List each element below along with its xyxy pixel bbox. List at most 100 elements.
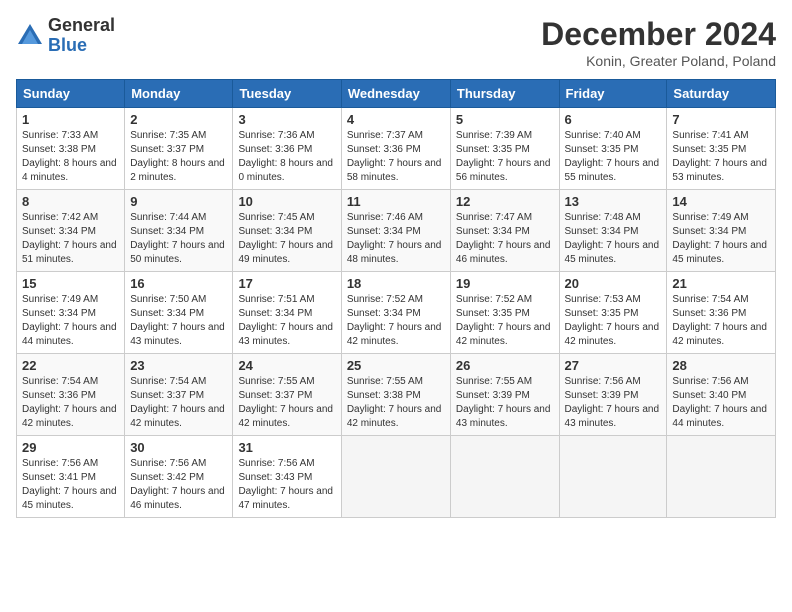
week-row-1: 1 Sunrise: 7:33 AM Sunset: 3:38 PM Dayli… — [17, 108, 776, 190]
day-cell: 29 Sunrise: 7:56 AM Sunset: 3:41 PM Dayl… — [17, 436, 125, 518]
day-info: Sunrise: 7:52 AM Sunset: 3:34 PM Dayligh… — [347, 293, 445, 349]
day-cell: 10 Sunrise: 7:45 AM Sunset: 3:34 PM Dayl… — [233, 190, 341, 272]
col-header-tuesday: Tuesday — [233, 80, 341, 108]
day-number: 13 — [565, 194, 662, 209]
day-cell: 31 Sunrise: 7:56 AM Sunset: 3:43 PM Dayl… — [233, 436, 341, 518]
day-info: Sunrise: 7:42 AM Sunset: 3:34 PM Dayligh… — [22, 211, 119, 267]
day-info: Sunrise: 7:54 AM Sunset: 3:37 PM Dayligh… — [130, 375, 227, 431]
col-header-monday: Monday — [125, 80, 233, 108]
day-cell: 28 Sunrise: 7:56 AM Sunset: 3:40 PM Dayl… — [667, 354, 776, 436]
day-number: 28 — [672, 358, 770, 373]
day-info: Sunrise: 7:50 AM Sunset: 3:34 PM Dayligh… — [130, 293, 227, 349]
day-info: Sunrise: 7:55 AM Sunset: 3:38 PM Dayligh… — [347, 375, 445, 431]
day-cell: 15 Sunrise: 7:49 AM Sunset: 3:34 PM Dayl… — [17, 272, 125, 354]
day-info: Sunrise: 7:46 AM Sunset: 3:34 PM Dayligh… — [347, 211, 445, 267]
day-number: 29 — [22, 440, 119, 455]
day-info: Sunrise: 7:45 AM Sunset: 3:34 PM Dayligh… — [238, 211, 335, 267]
day-info: Sunrise: 7:56 AM Sunset: 3:39 PM Dayligh… — [565, 375, 662, 431]
day-number: 17 — [238, 276, 335, 291]
day-cell: 8 Sunrise: 7:42 AM Sunset: 3:34 PM Dayli… — [17, 190, 125, 272]
day-cell: 7 Sunrise: 7:41 AM Sunset: 3:35 PM Dayli… — [667, 108, 776, 190]
week-row-3: 15 Sunrise: 7:49 AM Sunset: 3:34 PM Dayl… — [17, 272, 776, 354]
col-header-thursday: Thursday — [450, 80, 559, 108]
location: Konin, Greater Poland, Poland — [541, 53, 776, 69]
col-header-friday: Friday — [559, 80, 667, 108]
day-info: Sunrise: 7:55 AM Sunset: 3:39 PM Dayligh… — [456, 375, 554, 431]
day-number: 6 — [565, 112, 662, 127]
calendar-header-row: SundayMondayTuesdayWednesdayThursdayFrid… — [17, 80, 776, 108]
day-number: 11 — [347, 194, 445, 209]
day-cell: 11 Sunrise: 7:46 AM Sunset: 3:34 PM Dayl… — [341, 190, 450, 272]
day-info: Sunrise: 7:49 AM Sunset: 3:34 PM Dayligh… — [22, 293, 119, 349]
day-number: 8 — [22, 194, 119, 209]
day-number: 9 — [130, 194, 227, 209]
day-info: Sunrise: 7:54 AM Sunset: 3:36 PM Dayligh… — [672, 293, 770, 349]
calendar: SundayMondayTuesdayWednesdayThursdayFrid… — [16, 79, 776, 518]
day-info: Sunrise: 7:56 AM Sunset: 3:42 PM Dayligh… — [130, 457, 227, 513]
day-number: 19 — [456, 276, 554, 291]
day-cell — [450, 436, 559, 518]
day-info: Sunrise: 7:56 AM Sunset: 3:40 PM Dayligh… — [672, 375, 770, 431]
day-cell: 14 Sunrise: 7:49 AM Sunset: 3:34 PM Dayl… — [667, 190, 776, 272]
logo-blue: Blue — [48, 36, 115, 56]
month-title: December 2024 — [541, 16, 776, 53]
day-info: Sunrise: 7:49 AM Sunset: 3:34 PM Dayligh… — [672, 211, 770, 267]
day-cell: 13 Sunrise: 7:48 AM Sunset: 3:34 PM Dayl… — [559, 190, 667, 272]
day-info: Sunrise: 7:53 AM Sunset: 3:35 PM Dayligh… — [565, 293, 662, 349]
day-cell: 20 Sunrise: 7:53 AM Sunset: 3:35 PM Dayl… — [559, 272, 667, 354]
day-cell — [667, 436, 776, 518]
week-row-4: 22 Sunrise: 7:54 AM Sunset: 3:36 PM Dayl… — [17, 354, 776, 436]
day-number: 25 — [347, 358, 445, 373]
day-number: 21 — [672, 276, 770, 291]
day-number: 4 — [347, 112, 445, 127]
day-info: Sunrise: 7:36 AM Sunset: 3:36 PM Dayligh… — [238, 129, 335, 185]
day-cell — [341, 436, 450, 518]
day-cell: 21 Sunrise: 7:54 AM Sunset: 3:36 PM Dayl… — [667, 272, 776, 354]
day-number: 30 — [130, 440, 227, 455]
day-info: Sunrise: 7:39 AM Sunset: 3:35 PM Dayligh… — [456, 129, 554, 185]
day-number: 7 — [672, 112, 770, 127]
day-info: Sunrise: 7:55 AM Sunset: 3:37 PM Dayligh… — [238, 375, 335, 431]
day-cell: 17 Sunrise: 7:51 AM Sunset: 3:34 PM Dayl… — [233, 272, 341, 354]
day-cell: 5 Sunrise: 7:39 AM Sunset: 3:35 PM Dayli… — [450, 108, 559, 190]
day-number: 5 — [456, 112, 554, 127]
day-cell: 30 Sunrise: 7:56 AM Sunset: 3:42 PM Dayl… — [125, 436, 233, 518]
day-cell: 9 Sunrise: 7:44 AM Sunset: 3:34 PM Dayli… — [125, 190, 233, 272]
page-header: General Blue December 2024 Konin, Greate… — [16, 16, 776, 69]
day-cell: 26 Sunrise: 7:55 AM Sunset: 3:39 PM Dayl… — [450, 354, 559, 436]
day-info: Sunrise: 7:47 AM Sunset: 3:34 PM Dayligh… — [456, 211, 554, 267]
day-number: 18 — [347, 276, 445, 291]
day-info: Sunrise: 7:40 AM Sunset: 3:35 PM Dayligh… — [565, 129, 662, 185]
day-info: Sunrise: 7:56 AM Sunset: 3:43 PM Dayligh… — [238, 457, 335, 513]
day-number: 23 — [130, 358, 227, 373]
week-row-2: 8 Sunrise: 7:42 AM Sunset: 3:34 PM Dayli… — [17, 190, 776, 272]
day-number: 10 — [238, 194, 335, 209]
day-cell: 2 Sunrise: 7:35 AM Sunset: 3:37 PM Dayli… — [125, 108, 233, 190]
logo-icon — [16, 22, 44, 50]
day-number: 2 — [130, 112, 227, 127]
day-info: Sunrise: 7:52 AM Sunset: 3:35 PM Dayligh… — [456, 293, 554, 349]
day-info: Sunrise: 7:54 AM Sunset: 3:36 PM Dayligh… — [22, 375, 119, 431]
title-block: December 2024 Konin, Greater Poland, Pol… — [541, 16, 776, 69]
day-cell: 27 Sunrise: 7:56 AM Sunset: 3:39 PM Dayl… — [559, 354, 667, 436]
day-cell: 12 Sunrise: 7:47 AM Sunset: 3:34 PM Dayl… — [450, 190, 559, 272]
day-number: 27 — [565, 358, 662, 373]
day-cell — [559, 436, 667, 518]
day-cell: 3 Sunrise: 7:36 AM Sunset: 3:36 PM Dayli… — [233, 108, 341, 190]
day-cell: 16 Sunrise: 7:50 AM Sunset: 3:34 PM Dayl… — [125, 272, 233, 354]
day-number: 26 — [456, 358, 554, 373]
logo-general: General — [48, 16, 115, 36]
day-cell: 6 Sunrise: 7:40 AM Sunset: 3:35 PM Dayli… — [559, 108, 667, 190]
day-info: Sunrise: 7:33 AM Sunset: 3:38 PM Dayligh… — [22, 129, 119, 185]
day-info: Sunrise: 7:51 AM Sunset: 3:34 PM Dayligh… — [238, 293, 335, 349]
logo-text: General Blue — [48, 16, 115, 56]
week-row-5: 29 Sunrise: 7:56 AM Sunset: 3:41 PM Dayl… — [17, 436, 776, 518]
day-number: 12 — [456, 194, 554, 209]
day-cell: 1 Sunrise: 7:33 AM Sunset: 3:38 PM Dayli… — [17, 108, 125, 190]
day-info: Sunrise: 7:44 AM Sunset: 3:34 PM Dayligh… — [130, 211, 227, 267]
day-info: Sunrise: 7:48 AM Sunset: 3:34 PM Dayligh… — [565, 211, 662, 267]
day-number: 14 — [672, 194, 770, 209]
day-number: 3 — [238, 112, 335, 127]
day-cell: 4 Sunrise: 7:37 AM Sunset: 3:36 PM Dayli… — [341, 108, 450, 190]
day-info: Sunrise: 7:56 AM Sunset: 3:41 PM Dayligh… — [22, 457, 119, 513]
